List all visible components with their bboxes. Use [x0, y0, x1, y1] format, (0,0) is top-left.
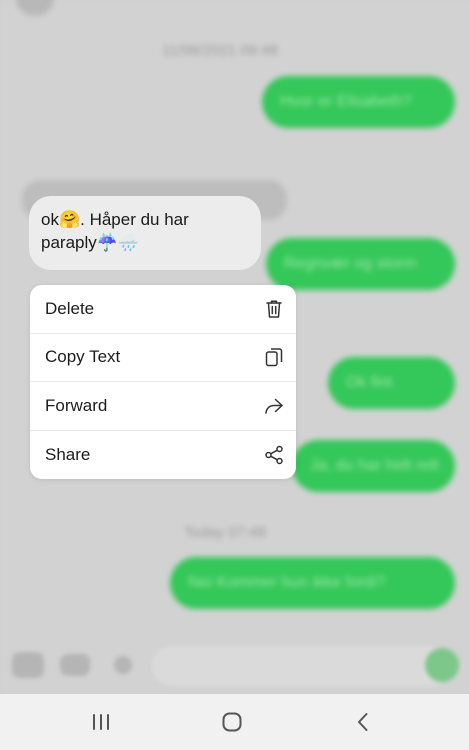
menu-item-delete[interactable]: Delete [30, 285, 296, 334]
outgoing-message: Ok fint [328, 357, 455, 409]
selected-message: ok🤗. Håper du har paraply☔🌧️ [29, 196, 261, 270]
timestamp: 11/06/2021 09:48 [162, 42, 278, 59]
message-input [152, 646, 452, 686]
menu-item-forward[interactable]: Forward [30, 382, 296, 431]
system-navigation-bar [0, 694, 469, 750]
outgoing-message: Hvor er Elisabeth? [262, 76, 455, 128]
copy-icon [264, 347, 284, 367]
menu-item-copy-text[interactable]: Copy Text [30, 334, 296, 382]
selected-message-text: ok🤗. Håper du har paraply☔🌧️ [41, 210, 189, 252]
trash-icon [264, 299, 284, 319]
send-icon [425, 648, 459, 682]
message-context-menu: Delete Copy Text Forward Share [30, 285, 296, 479]
recents-icon[interactable] [86, 708, 116, 736]
menu-item-label: Copy Text [45, 347, 121, 367]
menu-item-share[interactable]: Share [30, 431, 296, 480]
back-icon[interactable] [348, 708, 378, 736]
add-icon [114, 656, 132, 674]
message-composer [0, 640, 469, 694]
outgoing-message: Ja, du har helt rett [292, 440, 455, 492]
menu-item-label: Delete [45, 298, 95, 318]
outgoing-message: Regnvær og storm [266, 238, 455, 290]
menu-item-label: Forward [45, 395, 108, 415]
video-icon [60, 654, 90, 676]
share-icon [264, 445, 284, 465]
forward-icon [264, 396, 284, 416]
menu-item-label: Share [45, 444, 91, 464]
home-icon[interactable] [217, 708, 247, 736]
outgoing-message: Nei Kommer hun ikke fordi? [170, 557, 455, 609]
timestamp: Today 07:48 [184, 524, 266, 541]
camera-icon [12, 652, 44, 678]
contact-avatar [16, 0, 54, 16]
